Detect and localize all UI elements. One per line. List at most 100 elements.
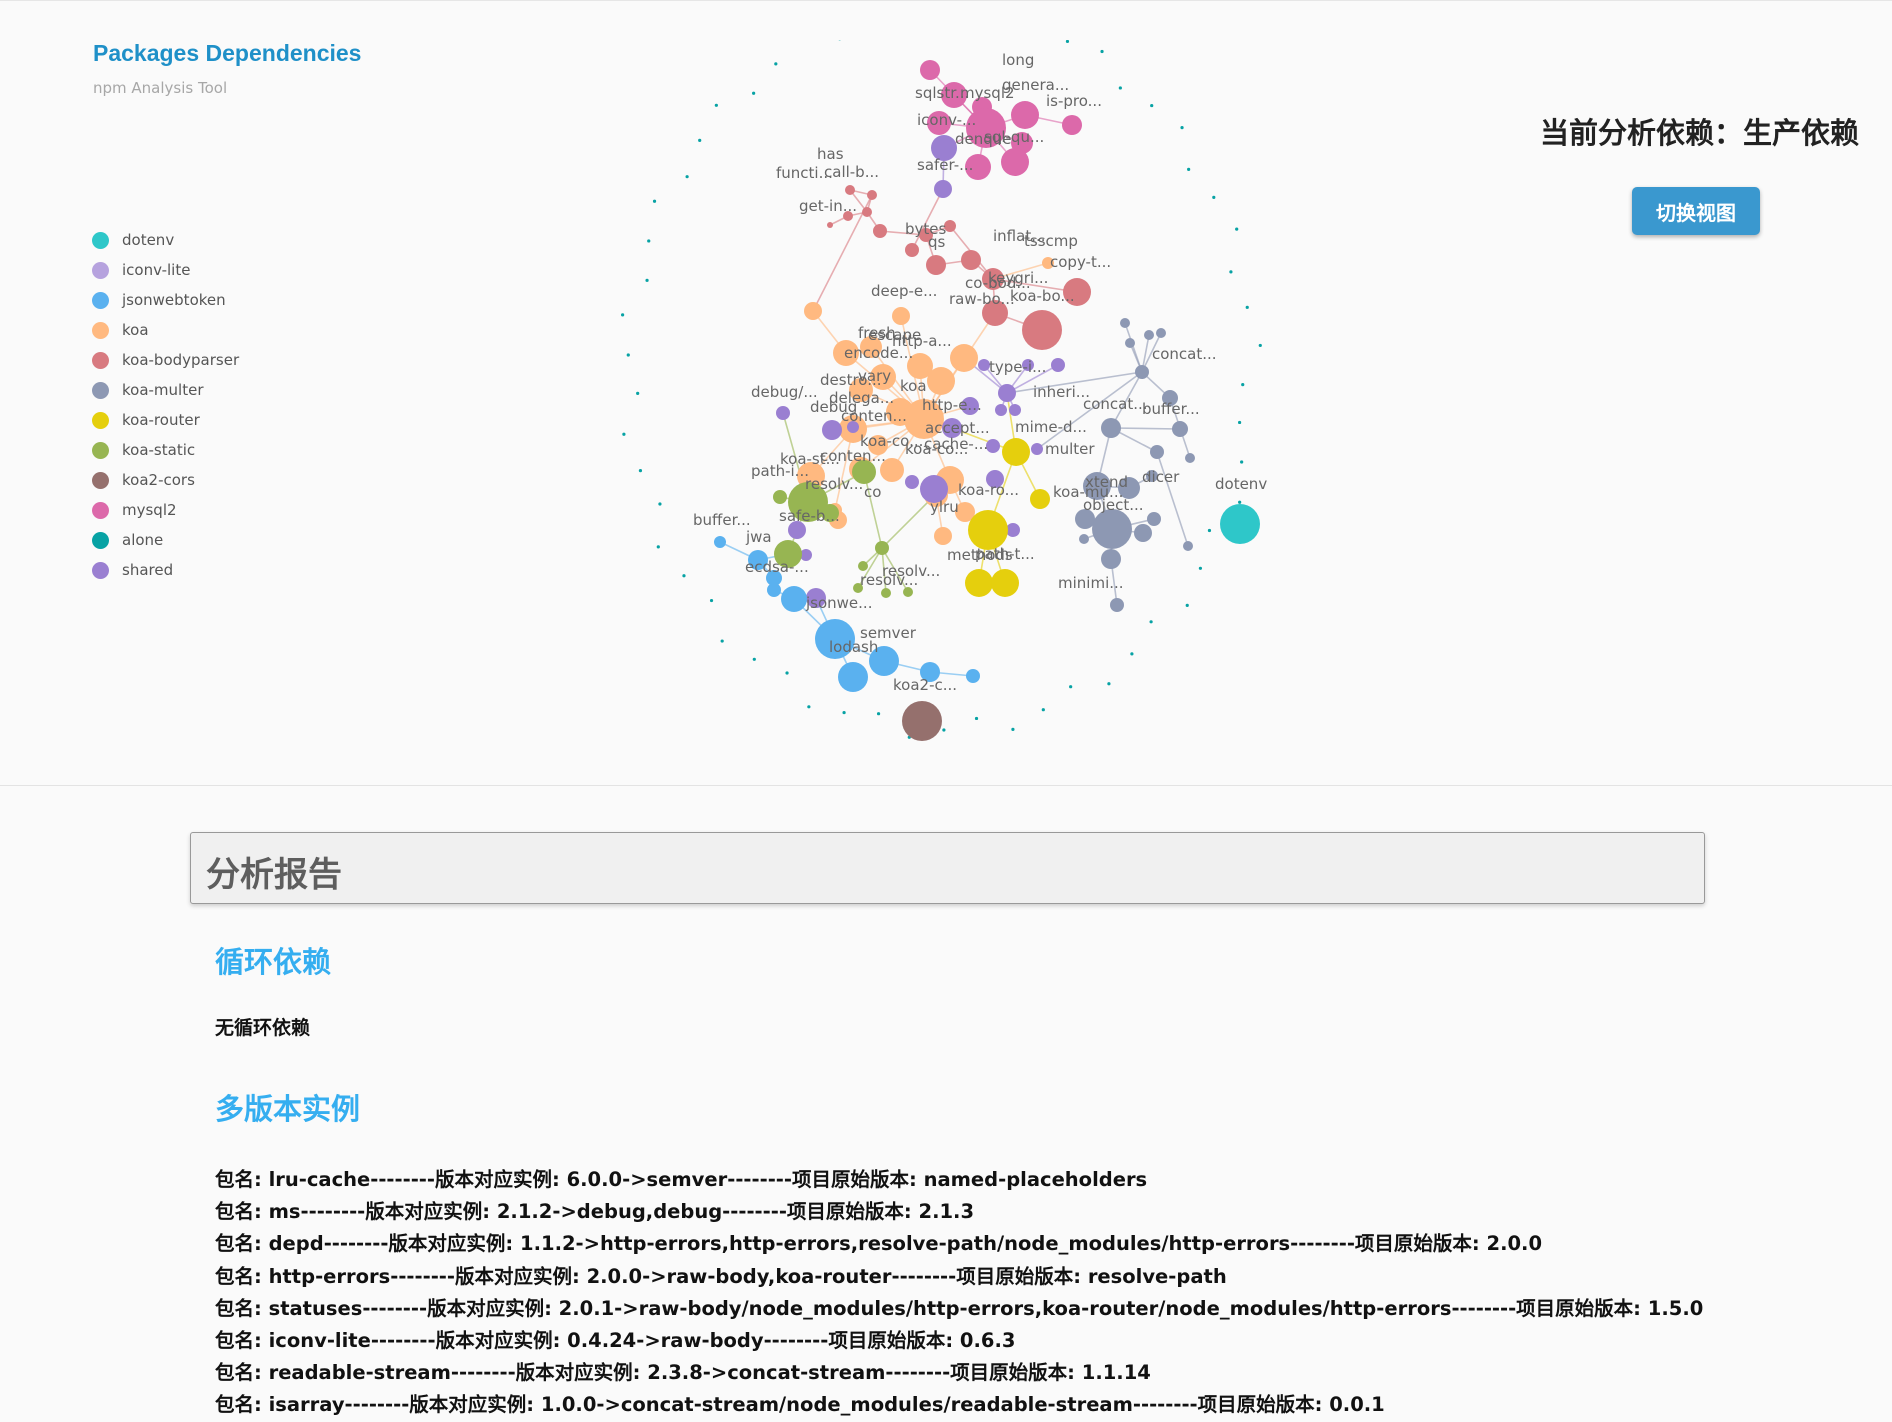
alone-package-dot[interactable] [1186, 604, 1189, 607]
package-node[interactable] [804, 302, 822, 320]
alone-package-dot[interactable] [1011, 728, 1014, 731]
alone-package-dot[interactable] [753, 658, 756, 661]
alone-package-dot[interactable] [1235, 228, 1238, 231]
alone-package-dot[interactable] [710, 599, 713, 602]
package-node[interactable] [867, 190, 877, 200]
package-node[interactable] [905, 475, 919, 489]
switch-view-button[interactable]: 切换视图 [1632, 187, 1760, 235]
package-node[interactable] [1134, 524, 1152, 542]
package-node[interactable] [1001, 148, 1029, 176]
package-node[interactable] [845, 185, 855, 195]
package-node[interactable] [1183, 541, 1193, 551]
package-node[interactable] [1150, 445, 1164, 459]
package-node[interactable] [1009, 404, 1021, 416]
package-node[interactable] [881, 588, 891, 598]
package-node[interactable] [965, 569, 993, 597]
package-node[interactable] [1079, 534, 1089, 544]
package-node[interactable] [838, 662, 868, 692]
package-node[interactable] [827, 222, 833, 228]
package-node[interactable] [1125, 338, 1135, 348]
package-node[interactable] [934, 180, 952, 198]
package-node[interactable] [1031, 443, 1043, 455]
alone-package-dot[interactable] [1069, 685, 1072, 688]
alone-package-dot[interactable] [1180, 126, 1183, 129]
alone-package-dot[interactable] [621, 313, 624, 316]
package-node[interactable] [767, 583, 781, 597]
package-node[interactable] [1110, 598, 1124, 612]
package-node[interactable] [873, 224, 887, 238]
alone-package-dot[interactable] [1238, 421, 1241, 424]
package-node[interactable] [1030, 489, 1050, 509]
package-node[interactable] [1120, 318, 1130, 328]
alone-package-dot[interactable] [1240, 460, 1243, 463]
alone-package-dot[interactable] [807, 705, 810, 708]
package-node[interactable] [1144, 330, 1154, 340]
alone-package-dot[interactable] [715, 104, 718, 107]
package-node[interactable] [875, 541, 889, 555]
alone-package-dot[interactable] [658, 502, 661, 505]
alone-package-dot[interactable] [1246, 306, 1249, 309]
package-node[interactable] [1156, 328, 1166, 338]
package-node[interactable] [781, 586, 807, 612]
alone-package-dot[interactable] [1100, 50, 1103, 53]
alone-package-dot[interactable] [1042, 708, 1045, 711]
alone-package-dot[interactable] [1150, 104, 1153, 107]
alone-package-dot[interactable] [645, 279, 648, 282]
package-node[interactable] [1101, 418, 1121, 438]
alone-package-dot[interactable] [877, 712, 880, 715]
package-node[interactable] [991, 569, 1019, 597]
alone-package-dot[interactable] [942, 728, 945, 731]
alone-package-dot[interactable] [1212, 196, 1215, 199]
package-node[interactable] [1051, 358, 1065, 372]
alone-package-dot[interactable] [1208, 529, 1211, 532]
package-node[interactable] [862, 207, 872, 217]
alone-package-dot[interactable] [774, 62, 777, 65]
package-node[interactable] [934, 527, 952, 545]
package-node[interactable] [1062, 115, 1082, 135]
package-node[interactable] [822, 420, 842, 440]
package-node[interactable] [905, 243, 919, 257]
package-node[interactable] [966, 669, 980, 683]
alone-package-dot[interactable] [627, 353, 630, 356]
package-node[interactable] [892, 307, 910, 325]
alone-package-dot[interactable] [975, 717, 978, 720]
alone-package-dot[interactable] [1241, 383, 1244, 386]
legend-item-koa-static[interactable]: koa-static [92, 435, 239, 465]
alone-package-dot[interactable] [698, 139, 701, 142]
alone-package-dot[interactable] [1119, 86, 1122, 89]
alone-package-dot[interactable] [647, 239, 650, 242]
alone-package-dot[interactable] [657, 545, 660, 548]
alone-package-dot[interactable] [1187, 168, 1190, 171]
legend-item-iconv-lite[interactable]: iconv-lite [92, 255, 239, 285]
legend-item-koa[interactable]: koa [92, 315, 239, 345]
package-node[interactable] [998, 384, 1016, 402]
legend-item-koa-bodyparser[interactable]: koa-bodyparser [92, 345, 239, 375]
alone-package-dot[interactable] [1238, 501, 1241, 504]
package-node[interactable] [995, 404, 1007, 416]
alone-package-dot[interactable] [752, 92, 755, 95]
alone-package-dot[interactable] [686, 175, 689, 178]
alone-package-dot[interactable] [1199, 567, 1202, 570]
legend-item-alone[interactable]: alone [92, 525, 239, 555]
package-node[interactable] [1172, 421, 1188, 437]
package-node[interactable] [1006, 523, 1020, 537]
package-node[interactable] [1002, 438, 1030, 466]
package-node[interactable] [961, 250, 981, 270]
alone-package-dot[interactable] [721, 639, 724, 642]
package-node[interactable] [1022, 310, 1062, 350]
alone-package-dot[interactable] [653, 200, 656, 203]
legend-item-koa-router[interactable]: koa-router [92, 405, 239, 435]
package-node[interactable] [968, 510, 1008, 550]
alone-package-dot[interactable] [1229, 270, 1232, 273]
package-node[interactable] [950, 344, 978, 372]
package-node[interactable] [858, 561, 868, 571]
legend-item-shared[interactable]: shared [92, 555, 239, 585]
alone-package-dot[interactable] [682, 574, 685, 577]
package-node[interactable] [714, 536, 726, 548]
dependency-graph[interactable]: long sqlstr... mysql2 genera... is-pro..… [610, 40, 1310, 760]
package-node[interactable] [926, 255, 946, 275]
package-node[interactable] [1220, 504, 1260, 544]
package-node[interactable] [920, 60, 940, 80]
alone-package-dot[interactable] [1150, 620, 1153, 623]
alone-package-dot[interactable] [1066, 40, 1069, 43]
